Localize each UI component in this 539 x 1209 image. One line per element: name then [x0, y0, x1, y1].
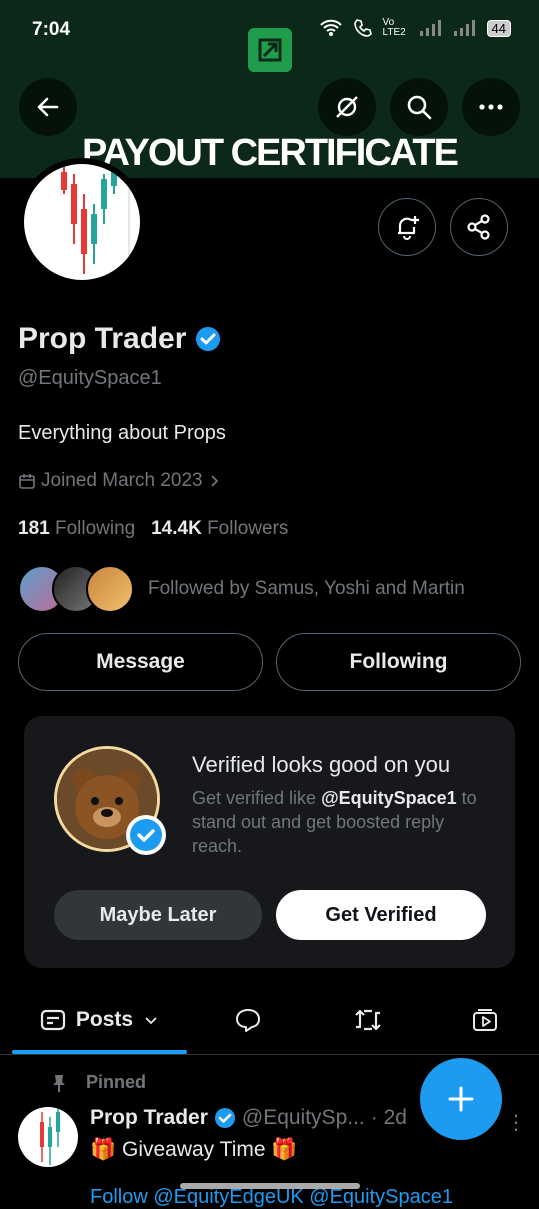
signal-2-icon — [453, 20, 475, 36]
verify-card-description: Get verified like @EquitySpace1 to stand… — [192, 786, 492, 858]
post-header: Prop Trader @EquitySp... · 2d — [90, 1106, 407, 1130]
repost-icon — [354, 1009, 381, 1031]
profile-tabs: Posts — [0, 988, 539, 1055]
more-horizontal-icon — [479, 104, 503, 110]
compose-button[interactable] — [420, 1058, 502, 1140]
network-label: Vo LTE2 — [382, 17, 406, 38]
profile-name: Prop Trader — [18, 322, 222, 356]
share-icon — [467, 214, 490, 240]
verified-badge-icon — [126, 815, 166, 855]
more-button[interactable] — [462, 78, 520, 136]
active-tab-indicator — [12, 1050, 187, 1054]
wifi-icon — [319, 19, 342, 36]
post-next-line[interactable]: Follow @EquityEdgeUK @EquitySpace1 — [90, 1186, 453, 1209]
post-age: · 2d — [370, 1106, 407, 1129]
battery-icon: 44 — [486, 19, 511, 37]
post-text: 🎁 Giveaway Time 🎁 — [90, 1138, 298, 1161]
search-icon — [407, 95, 432, 120]
pin-icon — [53, 1074, 65, 1092]
post-author[interactable]: Prop Trader — [90, 1106, 208, 1130]
follow-stats: 181 Following 14.4K Followers — [18, 518, 288, 540]
profile-name-text: Prop Trader — [18, 322, 187, 355]
tab-reposts[interactable] — [310, 988, 425, 1052]
following-link[interactable]: 181 Following — [18, 518, 135, 539]
pinned-label: Pinned — [50, 1072, 146, 1093]
verify-card-title: Verified looks good on you — [192, 752, 451, 777]
verify-line-prefix: Get verified like — [192, 788, 322, 808]
followed-by-text: Followed by Samus, Yoshi and Martin — [148, 578, 465, 599]
notifications-button[interactable] — [378, 198, 436, 256]
status-time: 7:04 — [32, 19, 71, 40]
following-label: Following — [54, 518, 136, 539]
share-button[interactable] — [450, 198, 508, 256]
tab-posts[interactable]: Posts — [12, 988, 187, 1052]
following-count: 181 — [18, 518, 50, 539]
followers-link[interactable]: 14.4K Followers — [151, 518, 288, 539]
followers-count: 14.4K — [151, 518, 202, 539]
reply-icon — [235, 1009, 260, 1032]
arrow-left-icon — [37, 97, 59, 117]
candlestick-chart-icon — [61, 164, 130, 280]
profile-handle: @EquitySpace1 — [18, 367, 162, 389]
plus-icon — [448, 1086, 474, 1112]
following-button[interactable]: Following — [276, 633, 521, 691]
status-bar: 7:04 Vo LTE2 44 — [0, 0, 539, 60]
follower-avatar — [86, 565, 134, 613]
posts-icon — [40, 1009, 66, 1031]
verified-badge-icon — [196, 327, 221, 351]
profile-bio: Everything about Props — [18, 422, 226, 444]
grok-icon — [336, 96, 358, 118]
followers-label: Followers — [207, 518, 289, 539]
media-icon — [473, 1009, 497, 1031]
verified-badge-icon — [214, 1108, 235, 1128]
pinned-text: Pinned — [86, 1072, 147, 1092]
joined-text: Joined March 2023 — [41, 470, 203, 491]
candlestick-chart-icon — [40, 1107, 60, 1165]
verify-prompt-card: Verified looks good on you Get verified … — [24, 716, 515, 968]
followed-by[interactable]: Followed by Samus, Yoshi and Martin — [18, 564, 465, 614]
calendar-icon — [19, 474, 35, 489]
joined-date[interactable]: Joined March 2023 — [18, 470, 222, 492]
tab-posts-label: Posts — [75, 1008, 134, 1031]
get-verified-button[interactable]: Get Verified — [276, 890, 486, 940]
grok-button[interactable] — [318, 78, 376, 136]
verify-line-handle: @EquitySpace1 — [321, 788, 457, 808]
maybe-later-button[interactable]: Maybe Later — [54, 890, 262, 940]
tab-media[interactable] — [430, 988, 539, 1052]
bell-plus-icon — [398, 216, 419, 240]
call-icon — [353, 19, 372, 37]
message-button[interactable]: Message — [18, 633, 263, 691]
post-handle[interactable]: @EquitySp... — [242, 1106, 365, 1130]
chevron-down-icon — [145, 1017, 157, 1025]
search-button[interactable] — [390, 78, 448, 136]
post-more-button[interactable]: ⋮ — [506, 1110, 526, 1135]
profile-avatar[interactable] — [18, 158, 146, 286]
post-avatar[interactable] — [18, 1107, 78, 1167]
tab-replies[interactable] — [190, 988, 305, 1052]
chevron-right-icon — [210, 475, 218, 487]
signal-icon — [419, 20, 441, 36]
back-button[interactable] — [19, 78, 77, 136]
home-indicator[interactable] — [180, 1183, 360, 1189]
